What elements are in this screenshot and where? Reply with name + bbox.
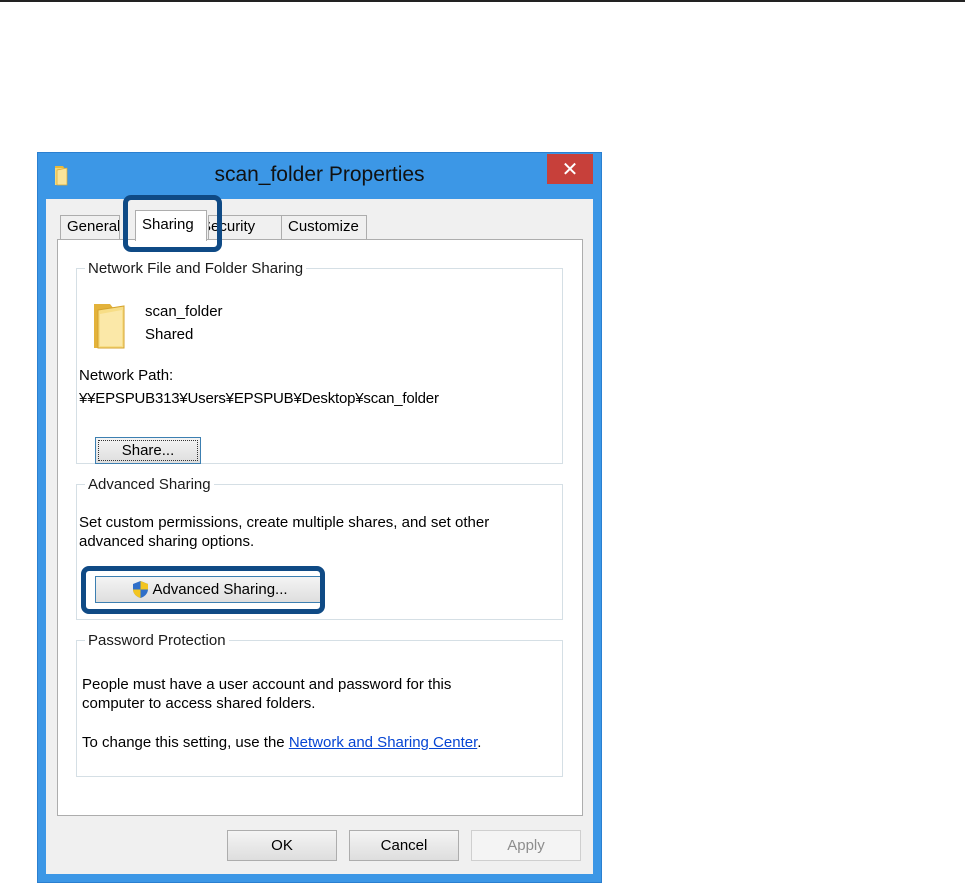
shared-folder-icon [94, 304, 125, 349]
network-path-label: Network Path: [79, 367, 174, 384]
advanced-sharing-highlight [81, 566, 325, 614]
advanced-sharing-legend: Advanced Sharing [88, 476, 211, 493]
sharing-tab-pane: Network File and Folder Sharing scan_fol… [57, 239, 583, 816]
sharing-tab-highlight [123, 195, 222, 252]
properties-dialog: scan_folder Properties ✕ General Sharing… [37, 152, 602, 883]
advanced-sharing-desc-line2: advanced sharing options. [79, 533, 255, 550]
network-path-value: ¥¥EPSPUB313¥Users¥EPSPUB¥Desktop¥scan_fo… [79, 390, 439, 407]
top-divider [0, 0, 965, 2]
change-setting-text: To change this setting, use the Network … [82, 733, 481, 752]
title-bar[interactable]: scan_folder Properties ✕ [38, 153, 601, 199]
cancel-button[interactable]: Cancel [349, 830, 459, 861]
folder-name: scan_folder [145, 303, 223, 320]
tab-customize[interactable]: Customize [281, 215, 367, 239]
change-setting-prefix: To change this setting, use the [82, 734, 289, 751]
share-status: Shared [145, 326, 194, 343]
apply-button[interactable]: Apply [471, 830, 581, 861]
close-button[interactable]: ✕ [547, 154, 593, 184]
advanced-sharing-group: Advanced Sharing Set custom permissions,… [76, 476, 563, 620]
password-protection-group: Password Protection People must have a u… [76, 632, 563, 777]
network-sharing-legend: Network File and Folder Sharing [88, 260, 304, 277]
dialog-client-area: General Sharing Security Customize Netwo… [46, 195, 593, 874]
ok-button[interactable]: OK [227, 830, 337, 861]
window-title: scan_folder Properties [214, 163, 425, 186]
network-sharing-center-link[interactable]: Network and Sharing Center [289, 734, 477, 751]
advanced-sharing-desc-line1: Set custom permissions, create multiple … [79, 514, 490, 531]
password-text-line1: People must have a user account and pass… [82, 676, 452, 693]
password-text-line2: computer to access shared folders. [82, 695, 316, 712]
share-button[interactable]: Share... [95, 437, 201, 464]
password-protection-legend: Password Protection [88, 632, 226, 649]
tab-general[interactable]: General [60, 215, 120, 239]
close-icon: ✕ [561, 157, 579, 181]
network-sharing-group: Network File and Folder Sharing scan_fol… [76, 260, 563, 464]
change-setting-suffix: . [477, 734, 482, 751]
